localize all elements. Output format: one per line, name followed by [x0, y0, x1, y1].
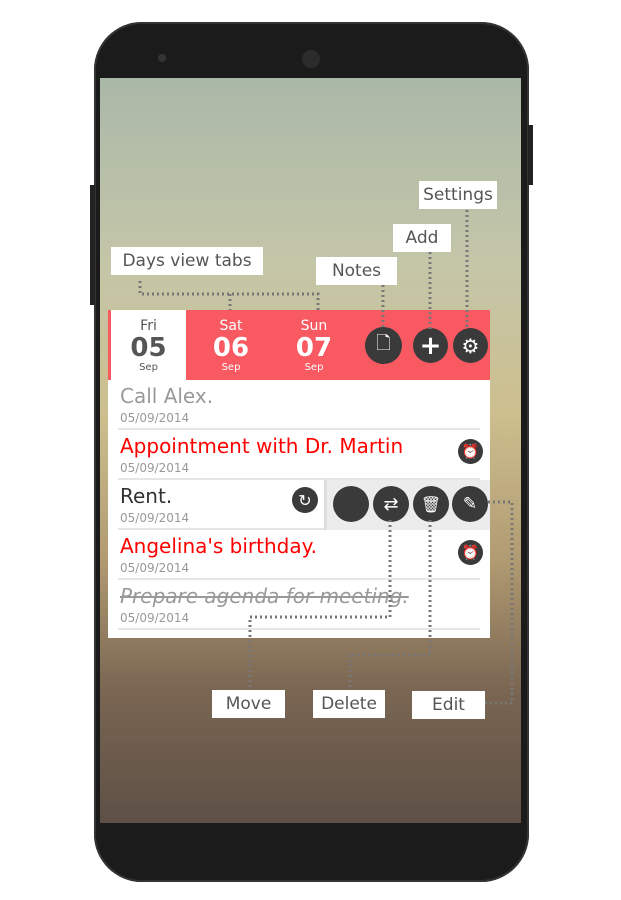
callout-move: Move — [212, 690, 285, 718]
callout-days-view-tabs: Days view tabs — [111, 247, 263, 275]
callout-delete: Delete — [313, 690, 385, 718]
callout-settings: Settings — [419, 181, 497, 209]
callout-lines — [138, 210, 514, 705]
callout-notes: Notes — [316, 257, 397, 285]
callout-edit: Edit — [412, 691, 485, 719]
callout-add: Add — [393, 224, 451, 252]
